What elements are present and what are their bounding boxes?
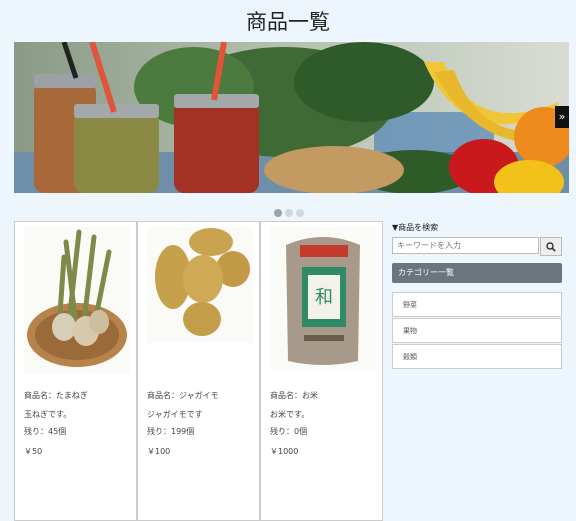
product-image-rice: 和	[270, 227, 376, 369]
product-description: お米です。	[270, 410, 310, 419]
search-label: ▼商品を検索	[392, 223, 439, 232]
product-stock: 残り：199個	[147, 427, 195, 436]
search-button[interactable]	[540, 237, 562, 256]
search-icon	[546, 241, 556, 252]
product-description: ジャガイモです	[147, 410, 203, 419]
category-item-vegetables[interactable]: 野菜	[392, 292, 562, 317]
product-name: 商品名：ジャガイモ	[147, 391, 219, 400]
sidebar: ▼商品を検索 カテゴリー一覧 野菜 果物 穀類	[392, 222, 562, 370]
product-stock: 残り：0個	[270, 427, 308, 436]
product-stock: 残り：45個	[24, 427, 67, 436]
product-name: 商品名：たまねぎ	[24, 391, 88, 400]
product-name: 商品名：お米	[270, 391, 318, 400]
category-item-grains[interactable]: 穀類	[392, 344, 562, 369]
product-card[interactable]: 商品名：たまねぎ 玉ねぎです。 残り：45個 ￥50	[14, 221, 137, 521]
carousel-next-button[interactable]: »	[555, 106, 569, 128]
product-price: ￥100	[147, 447, 171, 456]
hero-image	[14, 42, 569, 193]
carousel-dot[interactable]	[296, 209, 304, 217]
product-description: 玉ねぎです。	[24, 410, 72, 419]
carousel-indicators	[274, 202, 307, 217]
product-card[interactable]: 和 商品名：お米 お米です。 残り：0個 ￥1000	[260, 221, 383, 521]
product-price: ￥1000	[270, 447, 299, 456]
category-list: 野菜 果物 穀類	[392, 292, 562, 369]
category-header: カテゴリー一覧	[392, 263, 562, 283]
page-title: 商品一覧	[246, 10, 330, 34]
carousel-dot[interactable]	[285, 209, 293, 217]
svg-text:和: 和	[315, 287, 333, 308]
product-grid: 商品名：たまねぎ 玉ねぎです。 残り：45個 ￥50 商品名：ジャガイモ ジャガ…	[14, 221, 384, 521]
search-form	[392, 237, 562, 256]
product-image-potato	[147, 227, 253, 343]
category-item-fruits[interactable]: 果物	[392, 318, 562, 343]
carousel-dot[interactable]	[274, 209, 282, 217]
search-input[interactable]	[392, 237, 539, 254]
product-card[interactable]: 商品名：ジャガイモ ジャガイモです 残り：199個 ￥100	[137, 221, 260, 521]
product-image-onion	[24, 227, 130, 373]
product-price: ￥50	[24, 447, 43, 456]
hero-carousel[interactable]: »	[14, 42, 569, 193]
